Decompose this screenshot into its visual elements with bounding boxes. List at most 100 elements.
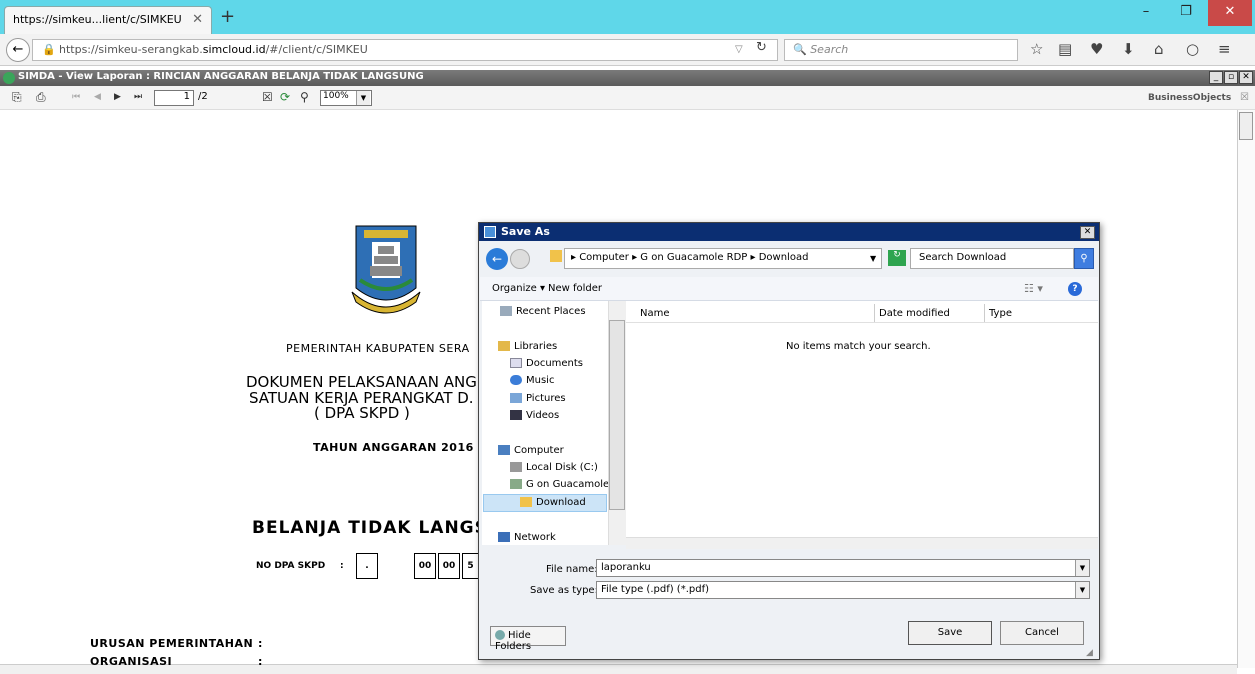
dialog-forward-button[interactable] bbox=[510, 249, 530, 269]
save-button[interactable]: Save bbox=[908, 621, 992, 645]
reload-icon[interactable]: ↻ bbox=[756, 40, 767, 55]
new-tab-button[interactable]: + bbox=[220, 6, 235, 27]
search-icon: 🔍 bbox=[793, 43, 807, 56]
export-icon[interactable]: ⎘ bbox=[12, 90, 22, 105]
file-name-value: laporanku bbox=[601, 562, 651, 573]
tab-title: https://simkeu...lient/c/SIMKEU bbox=[13, 13, 182, 26]
print-icon[interactable]: ⎙ bbox=[36, 90, 46, 105]
column-header bbox=[626, 303, 1098, 323]
column-divider[interactable] bbox=[984, 304, 985, 322]
folder-icon bbox=[550, 250, 562, 262]
mdi-minimize-icon[interactable]: _ bbox=[1209, 71, 1223, 84]
minimize-icon[interactable]: – bbox=[1126, 0, 1166, 26]
column-date-modified[interactable]: Date modified bbox=[879, 308, 950, 319]
file-name-dropdown-icon[interactable]: ▼ bbox=[1075, 560, 1089, 576]
dialog-close-icon[interactable]: ✕ bbox=[1080, 226, 1095, 239]
previous-page-icon[interactable]: ◀ bbox=[94, 92, 101, 102]
nav-item-label: Documents bbox=[526, 358, 584, 369]
nav-item-videos[interactable]: Videos bbox=[510, 410, 559, 421]
disk-icon bbox=[510, 462, 522, 472]
breadcrumb[interactable]: ▸ Computer ▸ G on Guacamole RDP ▸ Downlo… bbox=[564, 248, 882, 269]
breadcrumb-dropdown-icon[interactable]: ▼ bbox=[870, 254, 876, 263]
refresh-icon[interactable]: ⟳ bbox=[280, 90, 290, 104]
page-number-input[interactable]: 1 bbox=[154, 90, 194, 106]
restore-icon[interactable]: ❐ bbox=[1166, 0, 1206, 26]
help-icon[interactable]: ? bbox=[1068, 282, 1082, 296]
reading-list-icon[interactable]: ▤ bbox=[1058, 40, 1072, 58]
view-options-icon[interactable]: ☷ ▾ bbox=[1024, 282, 1043, 295]
hide-folders-button[interactable]: Hide Folders bbox=[490, 626, 566, 652]
dialog-title: Save As bbox=[479, 223, 1099, 241]
nav-item-libraries[interactable]: Libraries bbox=[498, 341, 557, 352]
column-divider[interactable] bbox=[874, 304, 875, 322]
no-dpa-colon: : bbox=[340, 561, 344, 571]
browser-tab[interactable]: https://simkeu...lient/c/SIMKEU ✕ bbox=[4, 6, 212, 34]
url-bar[interactable]: https://simkeu-serangkab.simcloud.id/#/c… bbox=[32, 39, 778, 61]
videos-icon bbox=[510, 410, 522, 420]
new-folder-button[interactable]: New folder bbox=[548, 283, 602, 294]
dialog-back-button[interactable]: ← bbox=[486, 248, 508, 270]
pocket-icon[interactable]: ♥ bbox=[1090, 40, 1103, 58]
report-vertical-scrollbar[interactable] bbox=[1237, 110, 1255, 668]
mdi-restore-icon[interactable]: ▫ bbox=[1224, 71, 1238, 84]
save-type-value: File type (.pdf) (*.pdf) bbox=[601, 584, 710, 595]
download-icon[interactable]: ⬇ bbox=[1122, 40, 1135, 58]
page-total: /2 bbox=[198, 91, 208, 102]
tab-close-icon[interactable]: ✕ bbox=[192, 12, 203, 27]
menu-icon[interactable]: ≡ bbox=[1218, 40, 1231, 58]
dpa-box: 00 bbox=[438, 553, 460, 579]
nav-item-computer[interactable]: Computer bbox=[498, 445, 564, 456]
nav-item-local-disk[interactable]: Local Disk (C:) bbox=[510, 462, 598, 473]
zoom-dropdown-icon[interactable]: ▼ bbox=[356, 91, 370, 105]
nav-item-download[interactable]: Download bbox=[520, 497, 586, 508]
nav-item-label: Pictures bbox=[526, 393, 566, 404]
refresh-icon[interactable]: ↻ bbox=[888, 250, 906, 266]
column-type[interactable]: Type bbox=[989, 308, 1012, 319]
chat-icon[interactable]: ○ bbox=[1186, 40, 1199, 58]
last-page-icon[interactable]: ⏭ bbox=[134, 92, 142, 102]
nav-item-network[interactable]: Network bbox=[498, 532, 556, 543]
regency-emblem bbox=[351, 225, 421, 314]
column-name[interactable]: Name bbox=[640, 308, 670, 319]
libraries-icon bbox=[498, 341, 510, 351]
nav-item-recent-places[interactable]: Recent Places bbox=[500, 306, 586, 317]
next-page-icon[interactable]: ▶ bbox=[114, 92, 121, 102]
file-name-input[interactable]: laporanku bbox=[596, 559, 1090, 577]
home-icon[interactable]: ⌂ bbox=[1154, 40, 1164, 58]
network-icon bbox=[498, 532, 510, 542]
find-icon[interactable]: ⚲ bbox=[300, 90, 309, 104]
scroll-thumb[interactable] bbox=[1239, 112, 1253, 140]
window-close-icon[interactable]: ✕ bbox=[1208, 0, 1252, 26]
nav-item-label: Computer bbox=[514, 445, 564, 456]
nav-scroll-thumb[interactable] bbox=[609, 320, 625, 510]
no-dpa-label: NO DPA SKPD bbox=[256, 561, 326, 571]
nav-item-pictures[interactable]: Pictures bbox=[510, 393, 566, 404]
dpa-box: . bbox=[356, 553, 378, 579]
pictures-icon bbox=[510, 393, 522, 403]
nav-item-music[interactable]: Music bbox=[510, 375, 554, 386]
back-button[interactable]: ← bbox=[6, 38, 30, 62]
bookmark-star-icon[interactable]: ☆ bbox=[1030, 40, 1043, 58]
dropdown-icon[interactable]: ▽ bbox=[735, 44, 743, 55]
organize-menu[interactable]: Organize ▾ bbox=[492, 283, 545, 294]
file-pane-horizontal-scrollbar[interactable] bbox=[626, 537, 1098, 549]
resize-grip-icon[interactable]: ◢ bbox=[1086, 648, 1093, 658]
first-page-icon[interactable]: ⏮ bbox=[72, 92, 80, 102]
save-type-dropdown-icon[interactable]: ▼ bbox=[1075, 582, 1089, 598]
save-type-label: Save as type: bbox=[530, 585, 598, 596]
search-icon[interactable]: ⚲ bbox=[1074, 248, 1094, 269]
report-section-heading: BELANJA TIDAK LANGS bbox=[252, 518, 488, 538]
report-horizontal-scrollbar[interactable] bbox=[0, 664, 1237, 674]
urusan-colon: : bbox=[258, 637, 263, 650]
nav-item-documents[interactable]: Documents bbox=[510, 358, 583, 369]
mdi-close-icon[interactable]: ✕ bbox=[1239, 71, 1253, 84]
music-icon bbox=[510, 375, 522, 385]
nav-item-label: Local Disk (C:) bbox=[526, 462, 598, 473]
cancel-button[interactable]: Cancel bbox=[1000, 621, 1084, 645]
dialog-search-input[interactable]: Search Download bbox=[910, 248, 1074, 269]
browser-search-input[interactable]: 🔍 Search bbox=[784, 39, 1018, 61]
save-type-select[interactable]: File type (.pdf) (*.pdf) bbox=[596, 581, 1090, 599]
toolbar-close-icon[interactable]: ☒ bbox=[1240, 92, 1249, 103]
dialog-search-placeholder: Search Download bbox=[919, 252, 1007, 263]
stop-icon[interactable]: ☒ bbox=[262, 90, 273, 104]
